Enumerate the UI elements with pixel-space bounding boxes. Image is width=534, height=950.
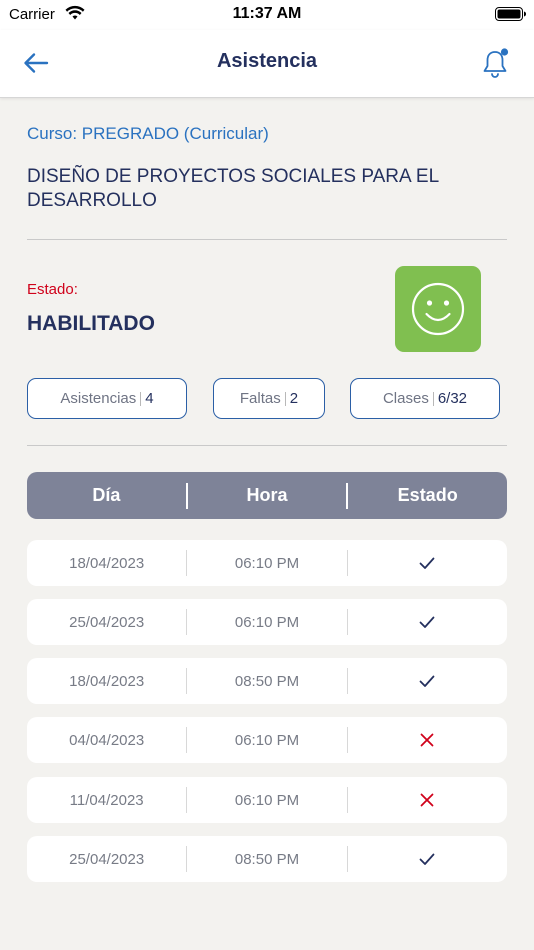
- estado-label: Estado:: [27, 281, 78, 298]
- table-row: 18/04/2023 06:10 PM: [27, 540, 507, 586]
- check-icon: [419, 675, 435, 687]
- check-icon: [419, 616, 435, 628]
- clases-count: 6/32: [437, 390, 468, 407]
- nav-bar: Asistencia: [0, 30, 534, 98]
- cross-icon: [420, 793, 434, 807]
- cross-icon: [420, 733, 434, 747]
- row-status: [348, 791, 507, 809]
- battery-icon: [495, 6, 527, 27]
- asistencias-pill[interactable]: Asistencias 4: [27, 378, 187, 419]
- table-row: 18/04/2023 08:50 PM: [27, 658, 507, 704]
- clases-pill[interactable]: Clases 6/32: [350, 378, 500, 419]
- asistencias-count: 4: [145, 390, 154, 407]
- faltas-label: Faltas: [239, 390, 281, 407]
- row-date: 11/04/2023: [69, 791, 144, 809]
- course-name: DISEÑO DE PROYECTOS SOCIALES PARA EL DES…: [27, 166, 439, 211]
- row-status: [348, 731, 507, 749]
- table-row: 25/04/2023 06:10 PM: [27, 599, 507, 645]
- status-face-badge: [395, 266, 481, 352]
- smiley-face-icon: [411, 282, 465, 336]
- status-bar: Carrier 11:37 AM: [0, 0, 534, 30]
- clock: 11:37 AM: [232, 5, 302, 22]
- row-date: 25/04/2023: [69, 613, 145, 631]
- divider: [27, 445, 507, 446]
- row-time: 06:10 PM: [234, 554, 300, 572]
- row-time: 06:10 PM: [234, 731, 300, 749]
- bell-icon: [483, 48, 509, 78]
- check-icon: [419, 557, 435, 569]
- table-row: 11/04/2023 06:10 PM: [27, 777, 507, 823]
- table-row: 25/04/2023 08:50 PM: [27, 836, 507, 882]
- row-status: [348, 672, 507, 690]
- header-estado: Estado: [397, 485, 458, 505]
- course-type: Curso: PREGRADO (Curricular): [27, 124, 269, 143]
- page-title: Asistencia: [216, 50, 318, 72]
- row-status: [348, 850, 507, 868]
- header-dia: Día: [92, 485, 121, 505]
- row-status: [348, 613, 507, 631]
- attendance-table-header: Día Hora Estado: [27, 472, 507, 519]
- clases-label: Clases: [382, 390, 429, 407]
- row-date: 04/04/2023: [69, 731, 145, 749]
- asistencias-label: Asistencias: [60, 390, 137, 407]
- row-time: 06:10 PM: [234, 791, 300, 809]
- row-time: 06:10 PM: [234, 613, 300, 631]
- pill-separator: [284, 391, 286, 406]
- faltas-count: 2: [289, 390, 299, 407]
- row-date: 25/04/2023: [69, 850, 145, 868]
- table-row: 04/04/2023 06:10 PM: [27, 717, 507, 763]
- faltas-pill[interactable]: Faltas 2: [213, 378, 325, 419]
- row-date: 18/04/2023: [69, 672, 145, 690]
- notifications-button[interactable]: [476, 44, 516, 82]
- estado-value: HABILITADO: [27, 312, 155, 335]
- check-icon: [419, 853, 435, 865]
- row-date: 18/04/2023: [69, 554, 145, 572]
- pill-separator: [432, 391, 434, 406]
- pill-separator: [140, 391, 142, 406]
- divider: [27, 239, 507, 240]
- header-hora: Hora: [246, 485, 288, 505]
- row-time: 08:50 PM: [234, 672, 300, 690]
- row-status: [348, 554, 507, 572]
- row-time: 08:50 PM: [234, 850, 300, 868]
